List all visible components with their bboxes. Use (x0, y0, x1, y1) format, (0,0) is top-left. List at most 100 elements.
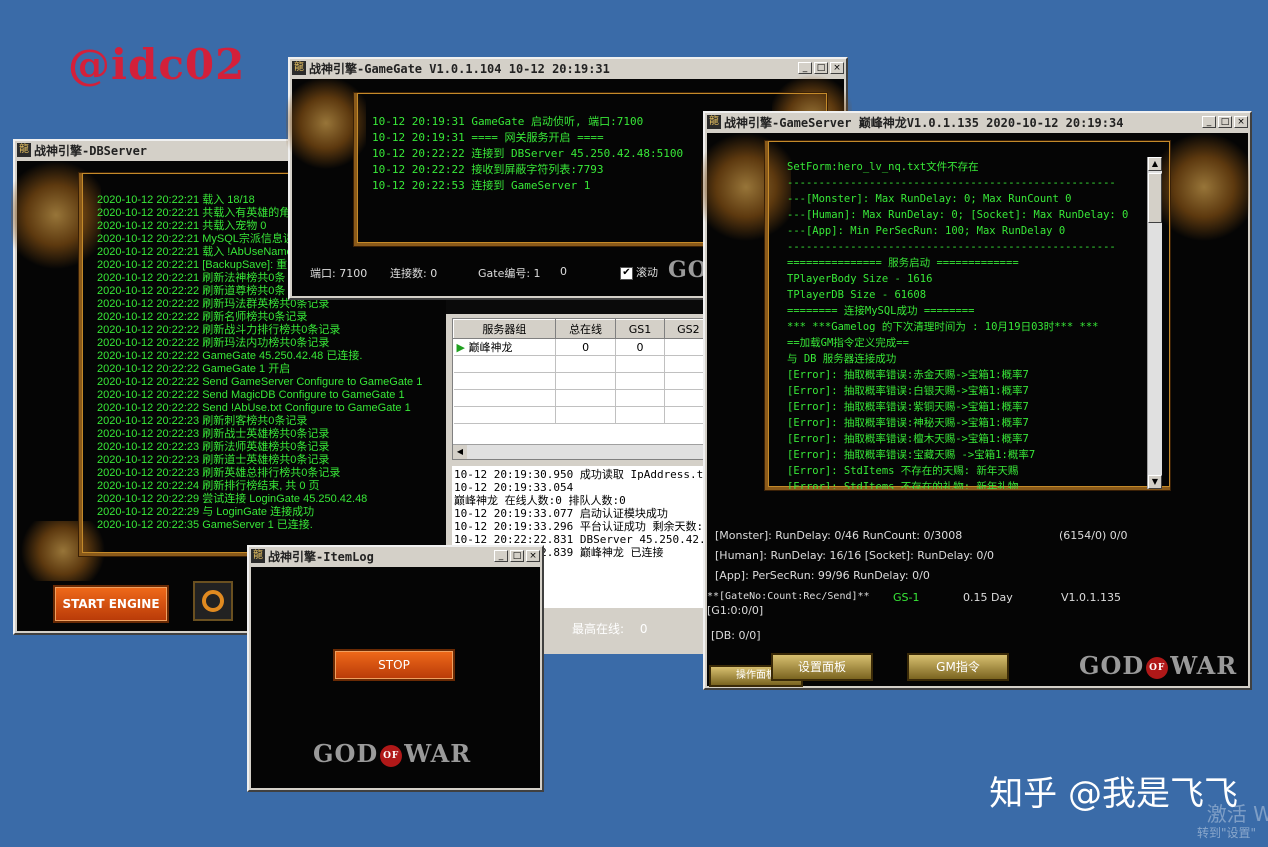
maximize-button[interactable]: □ (510, 550, 524, 562)
horizontal-scrollbar[interactable]: ◀ (453, 444, 705, 459)
scroll-down-arrow[interactable]: ▼ (1148, 475, 1162, 489)
log-line: [Error]: StdItems 不存在的天赐: 新年天赐 (787, 465, 1019, 477)
log-line: 2020-10-12 20:22:22 GameGate 45.250.42.4… (97, 350, 363, 362)
gamegate-titlebar[interactable]: 龍 战神引擎-GameGate V1.0.1.104 10-12 20:19:3… (290, 59, 846, 77)
scroll-left-arrow[interactable]: ◀ (453, 445, 467, 459)
scroll-label: 滚动 (636, 266, 658, 279)
monster-stats-right: (6154/0) 0/0 (1059, 529, 1128, 542)
log-line: ----------------------------------------… (787, 177, 1116, 189)
server-group-table[interactable]: 服务器组 总在线 GS1 GS2 ▶ 巅峰神龙 0 0 ◀ (452, 318, 706, 460)
log-line: ---[Human]: Max RunDelay: 0; [Socket]: M… (787, 209, 1129, 221)
log-line: [Error]: 抽取概率错误:紫铜天赐->宝箱1:概率7 (787, 401, 1029, 413)
activation-text: 激活 Wi (1206, 802, 1268, 826)
col-server-group[interactable]: 服务器组 (453, 319, 556, 339)
log-line: ----------------------------------------… (787, 241, 1116, 253)
monster-stats: [Monster]: RunDelay: 0/46 RunCount: 0/30… (715, 529, 963, 542)
start-engine-button[interactable]: START ENGINE (53, 585, 169, 623)
log-line: 10-12 20:22:53 连接到 GameServer 1 (372, 179, 591, 192)
log-line: 10-12 20:19:33.296 平台认证成功 剩余天数:9 (454, 520, 704, 533)
max-online-label: 最高在线: (572, 622, 625, 636)
scroll-thumb[interactable] (1148, 173, 1162, 223)
check-icon: ✔ (620, 266, 633, 280)
log-line: TPlayerBody Size - 1616 (787, 273, 933, 285)
log-line: 2020-10-12 20:22:22 刷新玛法内功榜共0条记录 (97, 337, 330, 349)
gs1-cell: 0 (615, 338, 665, 356)
log-line: ======== 连接MySQL成功 ======== (787, 305, 975, 317)
settings-panel-button[interactable]: 设置面板 (771, 653, 873, 681)
max-online-value: 0 (639, 622, 648, 636)
gate-number-label: Gate编号: 1 (478, 267, 541, 280)
close-button[interactable]: × (526, 550, 540, 562)
gm-command-button[interactable]: GM指令 (907, 653, 1009, 681)
uptime: 0.15 Day (963, 591, 1013, 604)
log-line: 2020-10-12 20:22:22 Send !AbUse.txt Conf… (97, 402, 411, 414)
human-stats: [Human]: RunDelay: 16/16 [Socket]: RunDe… (715, 549, 995, 562)
log-line: 10-12 20:22:22 连接到 DBServer 45.250.42.48… (372, 147, 684, 160)
vertical-scrollbar[interactable]: ▲ ▼ (1147, 157, 1162, 489)
gamegate-title: 战神引擎-GameGate V1.0.1.104 10-12 20:19:31 (309, 61, 610, 76)
itemlog-title: 战神引擎-ItemLog (268, 549, 374, 564)
log-line: 2020-10-12 20:22:35 GameServer 1 已连接. (97, 519, 313, 531)
log-line: TPlayerDB Size - 61608 (787, 289, 927, 301)
dragon-ornament-right (1159, 127, 1249, 247)
gameserver-log: SetForm:hero_lv_nq.txt文件不存在 -------------… (787, 159, 1147, 489)
gameserver-window: 龍 战神引擎-GameServer 巅峰神龙V1.0.1.135 2020-10… (701, 111, 1252, 690)
scroll-up-arrow[interactable]: ▲ (1148, 157, 1162, 171)
scroll-checkbox[interactable]: ✔ 滚动 (620, 264, 658, 280)
gate-header: **[GateNo:Count:Rec/Send]** (707, 591, 870, 602)
col-gs1[interactable]: GS1 (615, 319, 665, 339)
log-line: 2020-10-12 20:22:22 Send MagicDB Configu… (97, 389, 405, 401)
log-line: *** ***Gamelog 的下次清理时间为 : 10月19日03时*** *… (787, 321, 1099, 333)
log-line: 2020-10-12 20:22:24 刷新排行榜结束, 共 0 页 (97, 480, 320, 492)
stop-button[interactable]: STOP (333, 649, 455, 681)
app-icon: 龍 (251, 549, 265, 563)
log-line: 2020-10-12 20:22:22 刷新战斗力排行榜共0条记录 (97, 324, 341, 336)
log-line: [Error]: 抽取概率错误:神秘天赐->宝箱1:概率7 (787, 417, 1029, 429)
gate-number-value: 0 (560, 265, 567, 278)
gear-icon[interactable] (193, 581, 233, 621)
log-line: 2020-10-12 20:22:29 与 LoginGate 连接成功 (97, 506, 315, 518)
connection-count: 连接数: 0 (390, 267, 438, 280)
version-label: V1.0.1.135 (1061, 591, 1122, 604)
itemlog-titlebar[interactable]: 龍 战神引擎-ItemLog _ □ × (249, 547, 542, 565)
log-line: 10-12 20:19:33.077 启动认证模块成功 (454, 507, 668, 520)
total-cell: 0 (555, 338, 617, 356)
max-online-row: 最高在线: 0 (572, 620, 648, 637)
log-line: 2020-10-12 20:22:22 GameGate 1 开启 (97, 363, 291, 375)
gs2-cell (664, 338, 705, 356)
log-line: 与 DB 服务器连接成功 (787, 353, 897, 365)
log-line: [Error]: StdItems 不存在的礼物: 新年礼物 (787, 481, 1019, 489)
log-line: 2020-10-12 20:22:23 刷新道士英雄榜共0条记录 (97, 454, 330, 466)
play-icon: ▶ (456, 341, 465, 354)
log-line: 10-12 20:19:30.950 成功读取 IpAddress.txt (454, 468, 704, 481)
log-line: 2020-10-12 20:22:23 刷新战士英雄榜共0条记录 (97, 428, 330, 440)
gamegate-log: 10-12 20:19:31 GameGate 启动侦听, 端口:7100 10-… (372, 114, 683, 194)
server-name-cell: 巅峰神龙 (468, 341, 513, 354)
gate-value: [G1:0:0/0] (707, 604, 764, 617)
col-gs2[interactable]: GS2 (663, 319, 705, 339)
gs-label: GS-1 (893, 591, 920, 604)
log-line: 巅峰神龙 在线人数:0 排队人数:0 (454, 494, 626, 507)
itemlog-window: 龍 战神引擎-ItemLog _ □ × STOP GOD OF WAR (247, 545, 544, 792)
log-line: ---[Monster]: Max RunDelay: 0; Max RunCo… (787, 193, 1072, 205)
log-line: [Error]: 抽取概率错误:白银天赐->宝箱1:概率7 (787, 385, 1029, 397)
log-line: 10-12 20:19:31 ==== 网关服务开启 ==== (372, 131, 604, 144)
log-line: 10-12 20:19:33.054 (454, 481, 574, 494)
log-line: 2020-10-12 20:22:22 刷新名师榜共0条记录 (97, 311, 308, 323)
log-line: ==加载GM指令定义完成== (787, 337, 909, 349)
log-line: 2020-10-12 20:22:23 刷新法师英雄榜共0条记录 (97, 441, 330, 453)
log-line: ---[App]: Min PerSecRun: 100; Max RunDel… (787, 225, 1066, 237)
log-line: =============== 服务启动 ============= (787, 257, 1019, 269)
log-line: 2020-10-12 20:22:29 尝试连接 LoginGate 45.25… (97, 493, 368, 505)
col-total-online[interactable]: 总在线 (554, 319, 617, 339)
log-line: [Error]: 抽取概率错误:赤金天赐->宝箱1:概率7 (787, 369, 1029, 381)
app-stats: [App]: PerSecRun: 99/96 RunDelay: 0/0 (715, 569, 930, 582)
log-line: 2020-10-12 20:22:22 Send GameServer Conf… (97, 376, 423, 388)
table-row[interactable]: ▶ 巅峰神龙 0 0 (453, 338, 705, 356)
log-line: [Error]: 抽取概率错误:檀木天赐->宝箱1:概率7 (787, 433, 1029, 445)
table-header: 服务器组 总在线 GS1 GS2 (453, 319, 705, 339)
db-stats: [DB: 0/0] (711, 629, 761, 642)
minimize-button[interactable]: _ (494, 550, 508, 562)
log-line: 10-12 20:22:22 接收到屏蔽字符列表:7793 (372, 163, 604, 176)
gameserver-panel: SetForm:hero_lv_nq.txt文件不存在 -------------… (701, 127, 1249, 687)
